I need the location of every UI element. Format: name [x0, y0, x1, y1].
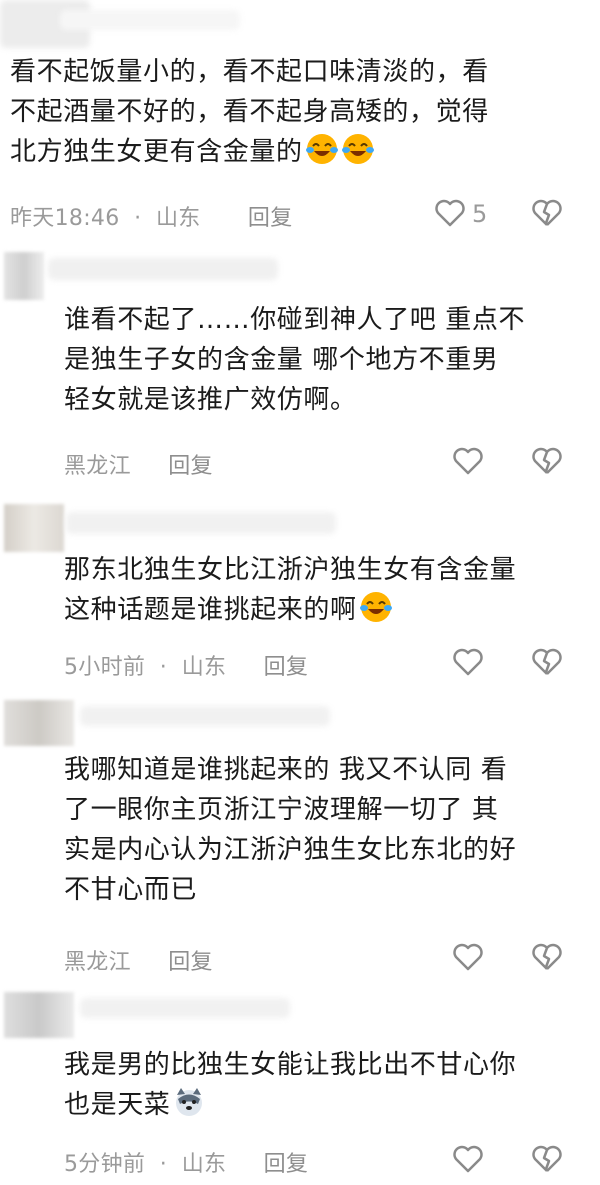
- blurred-avatar: [4, 700, 74, 746]
- comment-line: 那东北独生女比江浙沪独生女有含金量: [64, 555, 517, 585]
- broken-heart-outline-icon[interactable]: [530, 444, 564, 478]
- laughing-tears-emoji: [341, 134, 374, 164]
- comment-line: 不甘心而已: [64, 875, 198, 905]
- comment-line: 也是天菜: [64, 1085, 516, 1125]
- broken-heart-outline-icon[interactable]: [530, 196, 564, 230]
- comment-line: 是独生子女的含金量 哪个地方不重男: [64, 345, 499, 375]
- comment-line-text: 北方独生女更有含金量的: [10, 137, 303, 167]
- comment-line: 我哪知道是谁挑起来的 我又不认同 看: [64, 755, 508, 785]
- reply-button[interactable]: 回复: [264, 649, 309, 681]
- like-count: 5: [472, 200, 488, 228]
- comment-location: 山东: [181, 655, 227, 680]
- blurred-username: [66, 512, 336, 534]
- comment-line: 我是男的比独生女能让我比出不甘心你: [64, 1050, 517, 1080]
- dog-face-emoji: [176, 1088, 203, 1116]
- comment-1: 看不起饭量小的，看不起口味清淡的，看 不起酒量不好的，看不起身高矮的，觉得 北方…: [0, 0, 600, 240]
- comment-location: 黑龙江: [64, 454, 131, 479]
- blurred-username: [80, 998, 290, 1018]
- comment-line: 实是内心认为江浙沪独生女比东北的好: [64, 835, 517, 865]
- blurred-username: [80, 706, 330, 726]
- separator-dot: ·: [152, 655, 175, 680]
- separator-dot: ·: [152, 1152, 175, 1177]
- comment-meta: 5小时前 · 山东 回复: [64, 649, 308, 681]
- broken-heart-outline-icon[interactable]: [530, 645, 564, 679]
- comment-line-text: 也是天菜: [64, 1090, 171, 1120]
- comment-text: 我是男的比独生女能让我比出不甘心你 也是天菜: [64, 1045, 516, 1125]
- broken-heart-outline-icon[interactable]: [530, 1142, 564, 1176]
- heart-outline-icon[interactable]: [433, 196, 467, 230]
- comment-meta: 黑龙江 回复: [64, 448, 213, 480]
- comment-time: 5分钟前: [64, 1152, 146, 1177]
- heart-outline-icon[interactable]: [451, 1142, 485, 1176]
- laughing-tears-emoji: [359, 592, 392, 622]
- comment-line: 轻女就是该推广效仿啊。: [64, 385, 357, 415]
- blurred-avatar: [4, 992, 74, 1038]
- comment-line: 这种话题是谁挑起来的啊: [64, 590, 516, 630]
- comment-text: 看不起饭量小的，看不起口味清淡的，看 不起酒量不好的，看不起身高矮的，觉得 北方…: [10, 52, 489, 172]
- blurred-avatar: [4, 252, 44, 300]
- heart-outline-icon[interactable]: [451, 645, 485, 679]
- reply-button[interactable]: 回复: [168, 944, 213, 976]
- comment-meta: 黑龙江 回复: [64, 944, 213, 976]
- comment-text: 那东北独生女比江浙沪独生女有含金量 这种话题是谁挑起来的啊: [64, 550, 516, 630]
- comment-meta: 昨天18:46 · 山东 回复: [10, 200, 293, 232]
- comment-time: 5小时前: [64, 655, 146, 680]
- reply-button[interactable]: 回复: [264, 1146, 309, 1178]
- comment-text: 谁看不起了……你碰到神人了吧 重点不 是独生子女的含金量 哪个地方不重男 轻女就…: [64, 300, 525, 420]
- comment-line: 谁看不起了……你碰到神人了吧 重点不: [64, 305, 526, 335]
- reply-button[interactable]: 回复: [248, 200, 293, 232]
- comment-location: 山东: [156, 206, 201, 231]
- heart-outline-icon[interactable]: [451, 940, 485, 974]
- reply-button[interactable]: 回复: [168, 448, 213, 480]
- comment-location: 黑龙江: [64, 950, 131, 975]
- comment-line: 了一眼你主页浙江宁波理解一切了 其: [64, 795, 499, 825]
- comment-text: 我哪知道是谁挑起来的 我又不认同 看 了一眼你主页浙江宁波理解一切了 其 实是内…: [64, 750, 516, 910]
- heart-outline-icon[interactable]: [451, 444, 485, 478]
- comment-line-text: 这种话题是谁挑起来的啊: [64, 595, 357, 625]
- comment-line: 北方独生女更有含金量的: [10, 132, 489, 172]
- broken-heart-outline-icon[interactable]: [530, 940, 564, 974]
- laughing-tears-emoji: [305, 134, 338, 164]
- comment-line: 不起酒量不好的，看不起身高矮的，觉得: [10, 97, 489, 127]
- separator-dot: ·: [126, 206, 149, 231]
- comment-meta: 5分钟前 · 山东 回复: [64, 1146, 308, 1178]
- blurred-username: [48, 258, 278, 280]
- comment-line: 看不起饭量小的，看不起口味清淡的，看: [10, 57, 489, 87]
- comment-time: 昨天18:46: [10, 206, 120, 231]
- blurred-avatar: [4, 504, 64, 552]
- comment-location: 山东: [181, 1152, 227, 1177]
